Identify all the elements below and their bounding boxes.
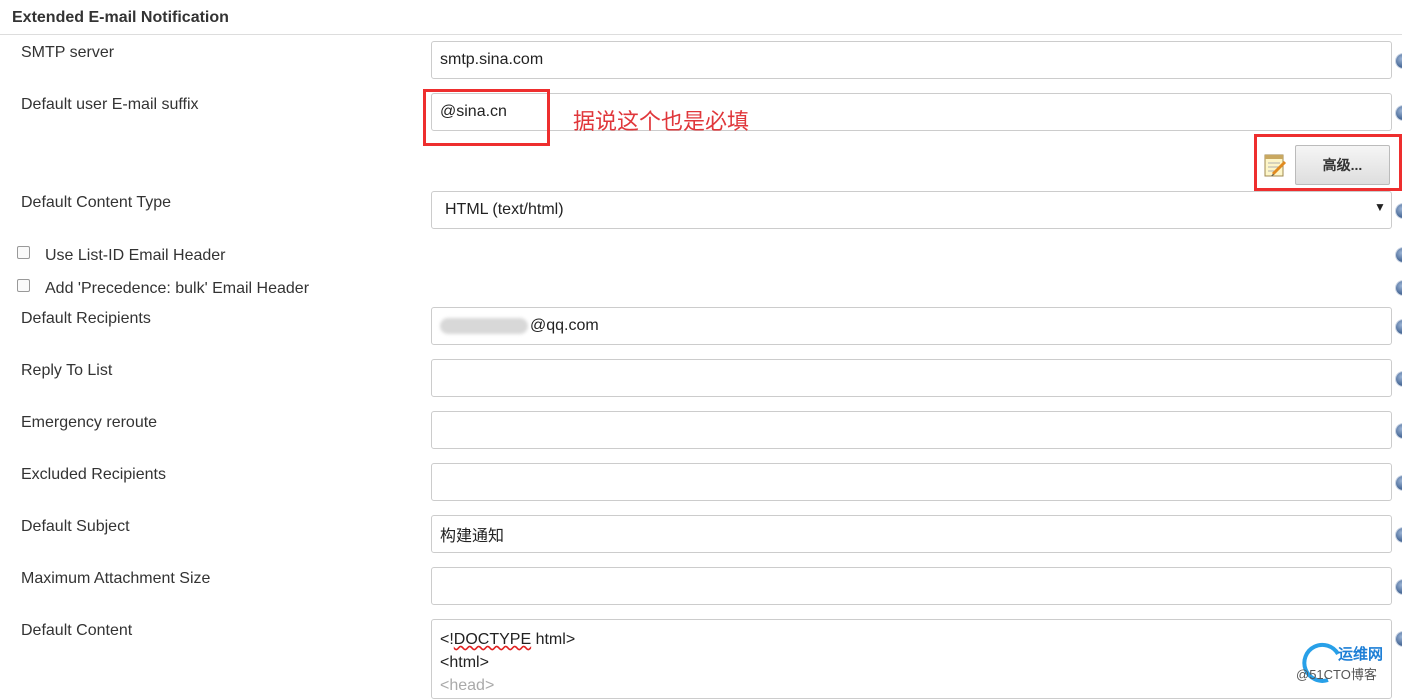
content-token: <! [440, 631, 454, 648]
annotation-text: 据说这个也是必填 [573, 110, 750, 135]
watermark-text: 运维网 [1338, 646, 1384, 663]
list-id-label: Use List-ID Email Header [45, 247, 226, 264]
emergency-input[interactable] [431, 411, 1392, 449]
help-icon[interactable] [1396, 424, 1402, 438]
list-id-checkbox[interactable] [17, 246, 30, 259]
help-icon[interactable] [1396, 54, 1402, 68]
help-icon[interactable] [1396, 528, 1402, 542]
watermark-subtext: @51CTO博客 [1296, 667, 1377, 682]
reply-to-label: Reply To List [21, 362, 113, 379]
section-title: Extended E-mail Notification [12, 9, 229, 26]
excluded-input[interactable] [431, 463, 1392, 501]
notepad-icon[interactable] [1263, 152, 1287, 178]
excluded-label: Excluded Recipients [21, 466, 166, 483]
content-line: <html> [440, 654, 489, 671]
content-type-select[interactable]: HTML (text/html) [431, 191, 1392, 229]
chevron-down-icon: ▼ [1374, 200, 1386, 214]
content-token: DOCTYPE [453, 631, 532, 648]
max-attachment-label: Maximum Attachment Size [21, 570, 211, 587]
recipients-input[interactable]: @qq.com [431, 307, 1392, 345]
advanced-button[interactable]: 高级... [1295, 145, 1390, 185]
help-icon[interactable] [1396, 106, 1402, 120]
default-suffix-label: Default user E-mail suffix [21, 96, 199, 113]
precedence-label: Add 'Precedence: bulk' Email Header [45, 280, 310, 297]
content-type-label: Default Content Type [21, 194, 172, 211]
section-header: Extended E-mail Notification [0, 0, 1402, 35]
content-label: Default Content [21, 622, 133, 639]
subject-label: Default Subject [21, 518, 130, 535]
help-icon[interactable] [1396, 372, 1402, 386]
help-icon[interactable] [1396, 248, 1402, 262]
content-textarea[interactable]: <!DOCTYPE html> <html> <head> [431, 619, 1392, 699]
help-icon[interactable] [1396, 476, 1402, 490]
max-attachment-input[interactable] [431, 567, 1392, 605]
recipients-value: @qq.com [530, 317, 599, 334]
smtp-server-input[interactable] [431, 41, 1392, 79]
content-line: <!DOCTYPE html> [440, 628, 1383, 651]
help-icon[interactable] [1396, 204, 1402, 218]
subject-input[interactable] [431, 515, 1392, 553]
highlight-box-suffix [423, 89, 550, 146]
help-icon[interactable] [1396, 281, 1402, 295]
precedence-checkbox[interactable] [17, 279, 30, 292]
help-icon[interactable] [1396, 320, 1402, 334]
content-line: <head> [440, 677, 495, 694]
recipients-label: Default Recipients [21, 310, 151, 327]
reply-to-input[interactable] [431, 359, 1392, 397]
help-icon[interactable] [1396, 580, 1402, 594]
content-token: html> [531, 631, 576, 648]
emergency-label: Emergency reroute [21, 414, 158, 431]
smtp-server-label: SMTP server [21, 44, 115, 61]
redaction-blur [440, 318, 528, 334]
content-type-value: HTML (text/html) [445, 201, 564, 218]
